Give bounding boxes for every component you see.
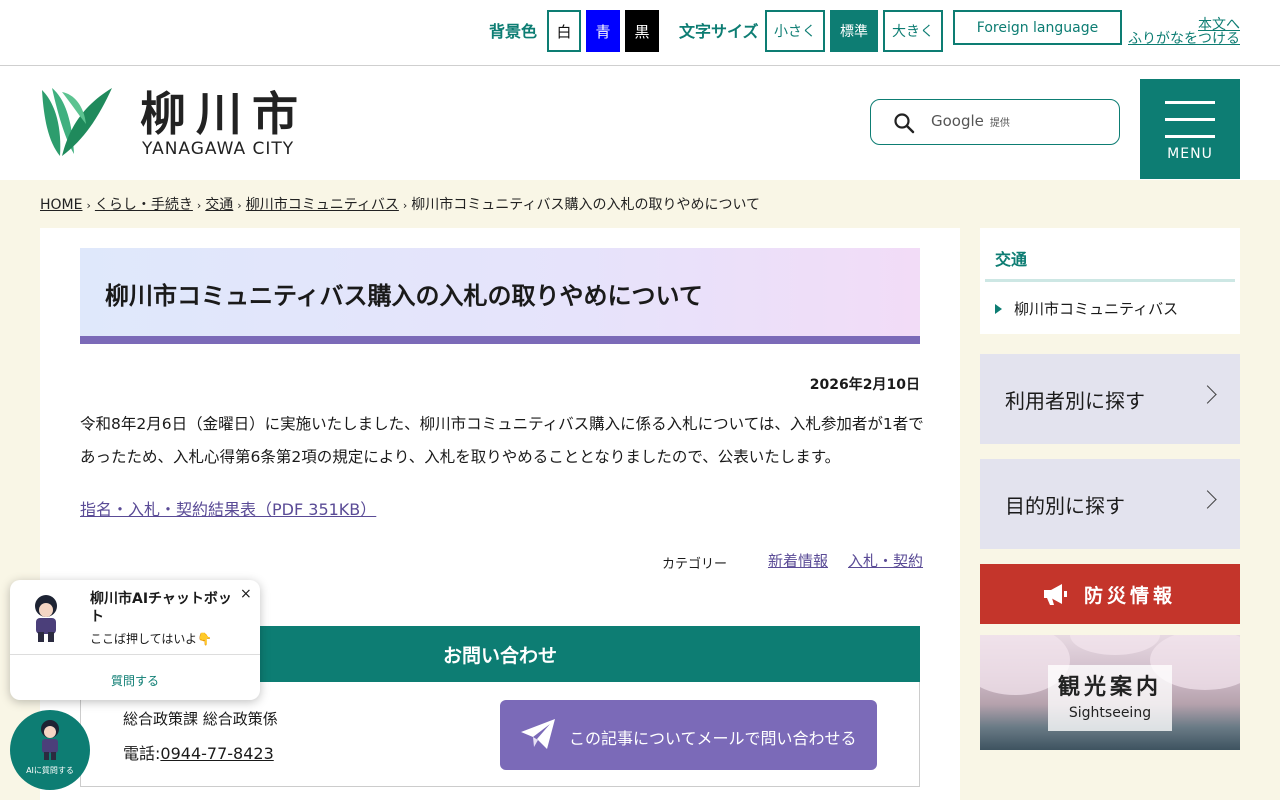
page-title: 柳川市コミュニティバス購入の入札の取りやめについて [105,282,703,310]
google-label: Google [931,112,984,130]
chatbot-subtitle: ここば押してはいよ👇 [90,632,213,646]
breadcrumb: HOME › くらし・手続き › 交通 › 柳川市コミュニティバス › 柳川市コミュニティバス購… [40,194,760,214]
breadcrumb-separator-icon: › [196,199,202,212]
breadcrumb-separator-icon: › [237,199,242,212]
chatbot-popup: 柳川市AIチャットボット × ここば押してはいよ👇 質問する [10,580,260,700]
phone-number-link[interactable]: 0944-77-8423 [160,744,273,763]
category-label: カテゴリー [662,557,728,572]
breadcrumb-home[interactable]: HOME [40,197,82,213]
skip-links: 本文へ ふりがなをつける [1128,18,1240,46]
background-color-label: 背景色 [489,22,538,41]
contact-department: 総合政策課 総合政策係 [123,710,278,728]
chatbot-title: 柳川市AIチャットボット [90,591,232,625]
breadcrumb-current: 柳川市コミュニティバス購入の入札の取りやめについて [411,197,761,213]
cherry-blossom-decoration [1070,635,1160,655]
chatbot-launcher-button[interactable]: AIに質問する [10,710,90,790]
foreign-language-button[interactable]: Foreign language [953,10,1122,45]
breadcrumb-living[interactable]: くらし・手続き [95,197,193,213]
breadcrumb-transport[interactable]: 交通 [205,197,233,213]
chatbot-divider [10,654,260,655]
breadcrumb-community-bus[interactable]: 柳川市コミュニティバス [246,197,399,213]
category-bidding-link[interactable]: 入札・契約 [848,550,923,571]
city-name-en: YANAGAWA CITY [142,139,295,159]
category-news-link[interactable]: 新着情報 [768,550,828,571]
sidebar-item-community-bus[interactable]: 柳川市コミュニティバス [995,298,1178,319]
tourism-label-jp: 観光案内 [1057,675,1162,700]
triangle-bullet-icon [995,304,1002,314]
chevron-right-icon [1198,490,1217,509]
pdf-link[interactable]: 指名・入札・契約結果表（PDF 351KB） [80,496,376,520]
city-name-jp: 柳川市 [140,87,308,141]
contact-phone: 電話:0944-77-8423 [123,740,274,764]
menu-label: MENU [1167,146,1213,162]
bg-blue-button[interactable]: 青 [586,10,620,52]
breadcrumb-separator-icon: › [86,199,91,212]
hamburger-icon [1165,101,1215,104]
breadcrumb-separator-icon: › [402,199,408,212]
megaphone-icon [1042,582,1068,611]
chatbot-avatar-icon [35,718,65,766]
find-by-purpose-label: 目的別に探す [1005,494,1125,518]
sidebar-item-label: 柳川市コミュニティバス [1014,300,1179,318]
tourism-label-plate: 観光案内 Sightseeing [1048,665,1172,731]
font-standard-button[interactable]: 標準 [830,10,878,52]
furigana-link[interactable]: ふりがなをつける [1128,32,1240,46]
sidebar-category-box: 交通 柳川市コミュニティバス [980,228,1240,334]
publish-date: 2026年2月10日 [809,377,920,393]
mail-inquiry-label: この記事についてメールで問い合わせる [569,729,857,748]
sidebar-divider [985,279,1235,282]
skip-to-content-link[interactable]: 本文へ [1128,18,1240,32]
font-small-button[interactable]: 小さく [765,10,825,52]
find-by-user-button[interactable]: 利用者別に探す [980,354,1240,444]
font-large-button[interactable]: 大きく [883,10,943,52]
bg-black-button[interactable]: 黒 [625,10,659,52]
site-search-box[interactable]: Google 提供 [870,99,1120,145]
phone-label: 電話: [123,744,161,763]
page-title-banner: 柳川市コミュニティバス購入の入札の取りやめについて [80,248,920,344]
chatbot-avatar-icon [24,592,68,648]
sidebar-section-title[interactable]: 交通 [995,246,1027,270]
city-logo-icon[interactable] [40,84,114,162]
disaster-info-banner[interactable]: 防災情報 [980,564,1240,624]
find-by-user-label: 利用者別に探す [1005,389,1145,413]
search-icon[interactable] [893,112,915,138]
main-content: 柳川市コミュニティバス購入の入札の取りやめについて 2026年2月10日 令和8… [40,228,960,800]
search-provider-label: Google 提供 [931,112,1010,130]
mail-inquiry-button[interactable]: この記事についてメールで問い合わせる [500,700,877,770]
tourism-label-en: Sightseeing [1068,705,1152,721]
tourism-banner[interactable]: 観光案内 Sightseeing [980,635,1240,750]
hamburger-icon-line [1165,118,1215,121]
menu-button[interactable]: MENU [1140,79,1240,179]
close-icon[interactable]: × [240,586,252,602]
chatbot-ask-button[interactable]: 質問する [10,672,260,689]
bg-white-button[interactable]: 白 [547,10,581,52]
font-size-label: 文字サイズ [679,22,759,41]
provided-label: 提供 [989,118,1010,129]
utility-bar: 背景色 白 青 黒 文字サイズ 小さく 標準 大きく Foreign langu… [0,0,1280,66]
chatbot-launcher-label: AIに質問する [26,766,74,775]
find-by-purpose-button[interactable]: 目的別に探す [980,459,1240,549]
chevron-right-icon [1198,385,1217,404]
hamburger-icon-line [1165,135,1215,138]
article-body: 令和8年2月6日（金曜日）に実施いたしました、柳川市コミュニティバス購入に係る入… [80,415,924,466]
disaster-info-label: 防災情報 [1084,585,1177,607]
paper-plane-icon [520,718,556,754]
site-header: 柳川市 YANAGAWA CITY Google 提供 MENU [0,66,1280,180]
